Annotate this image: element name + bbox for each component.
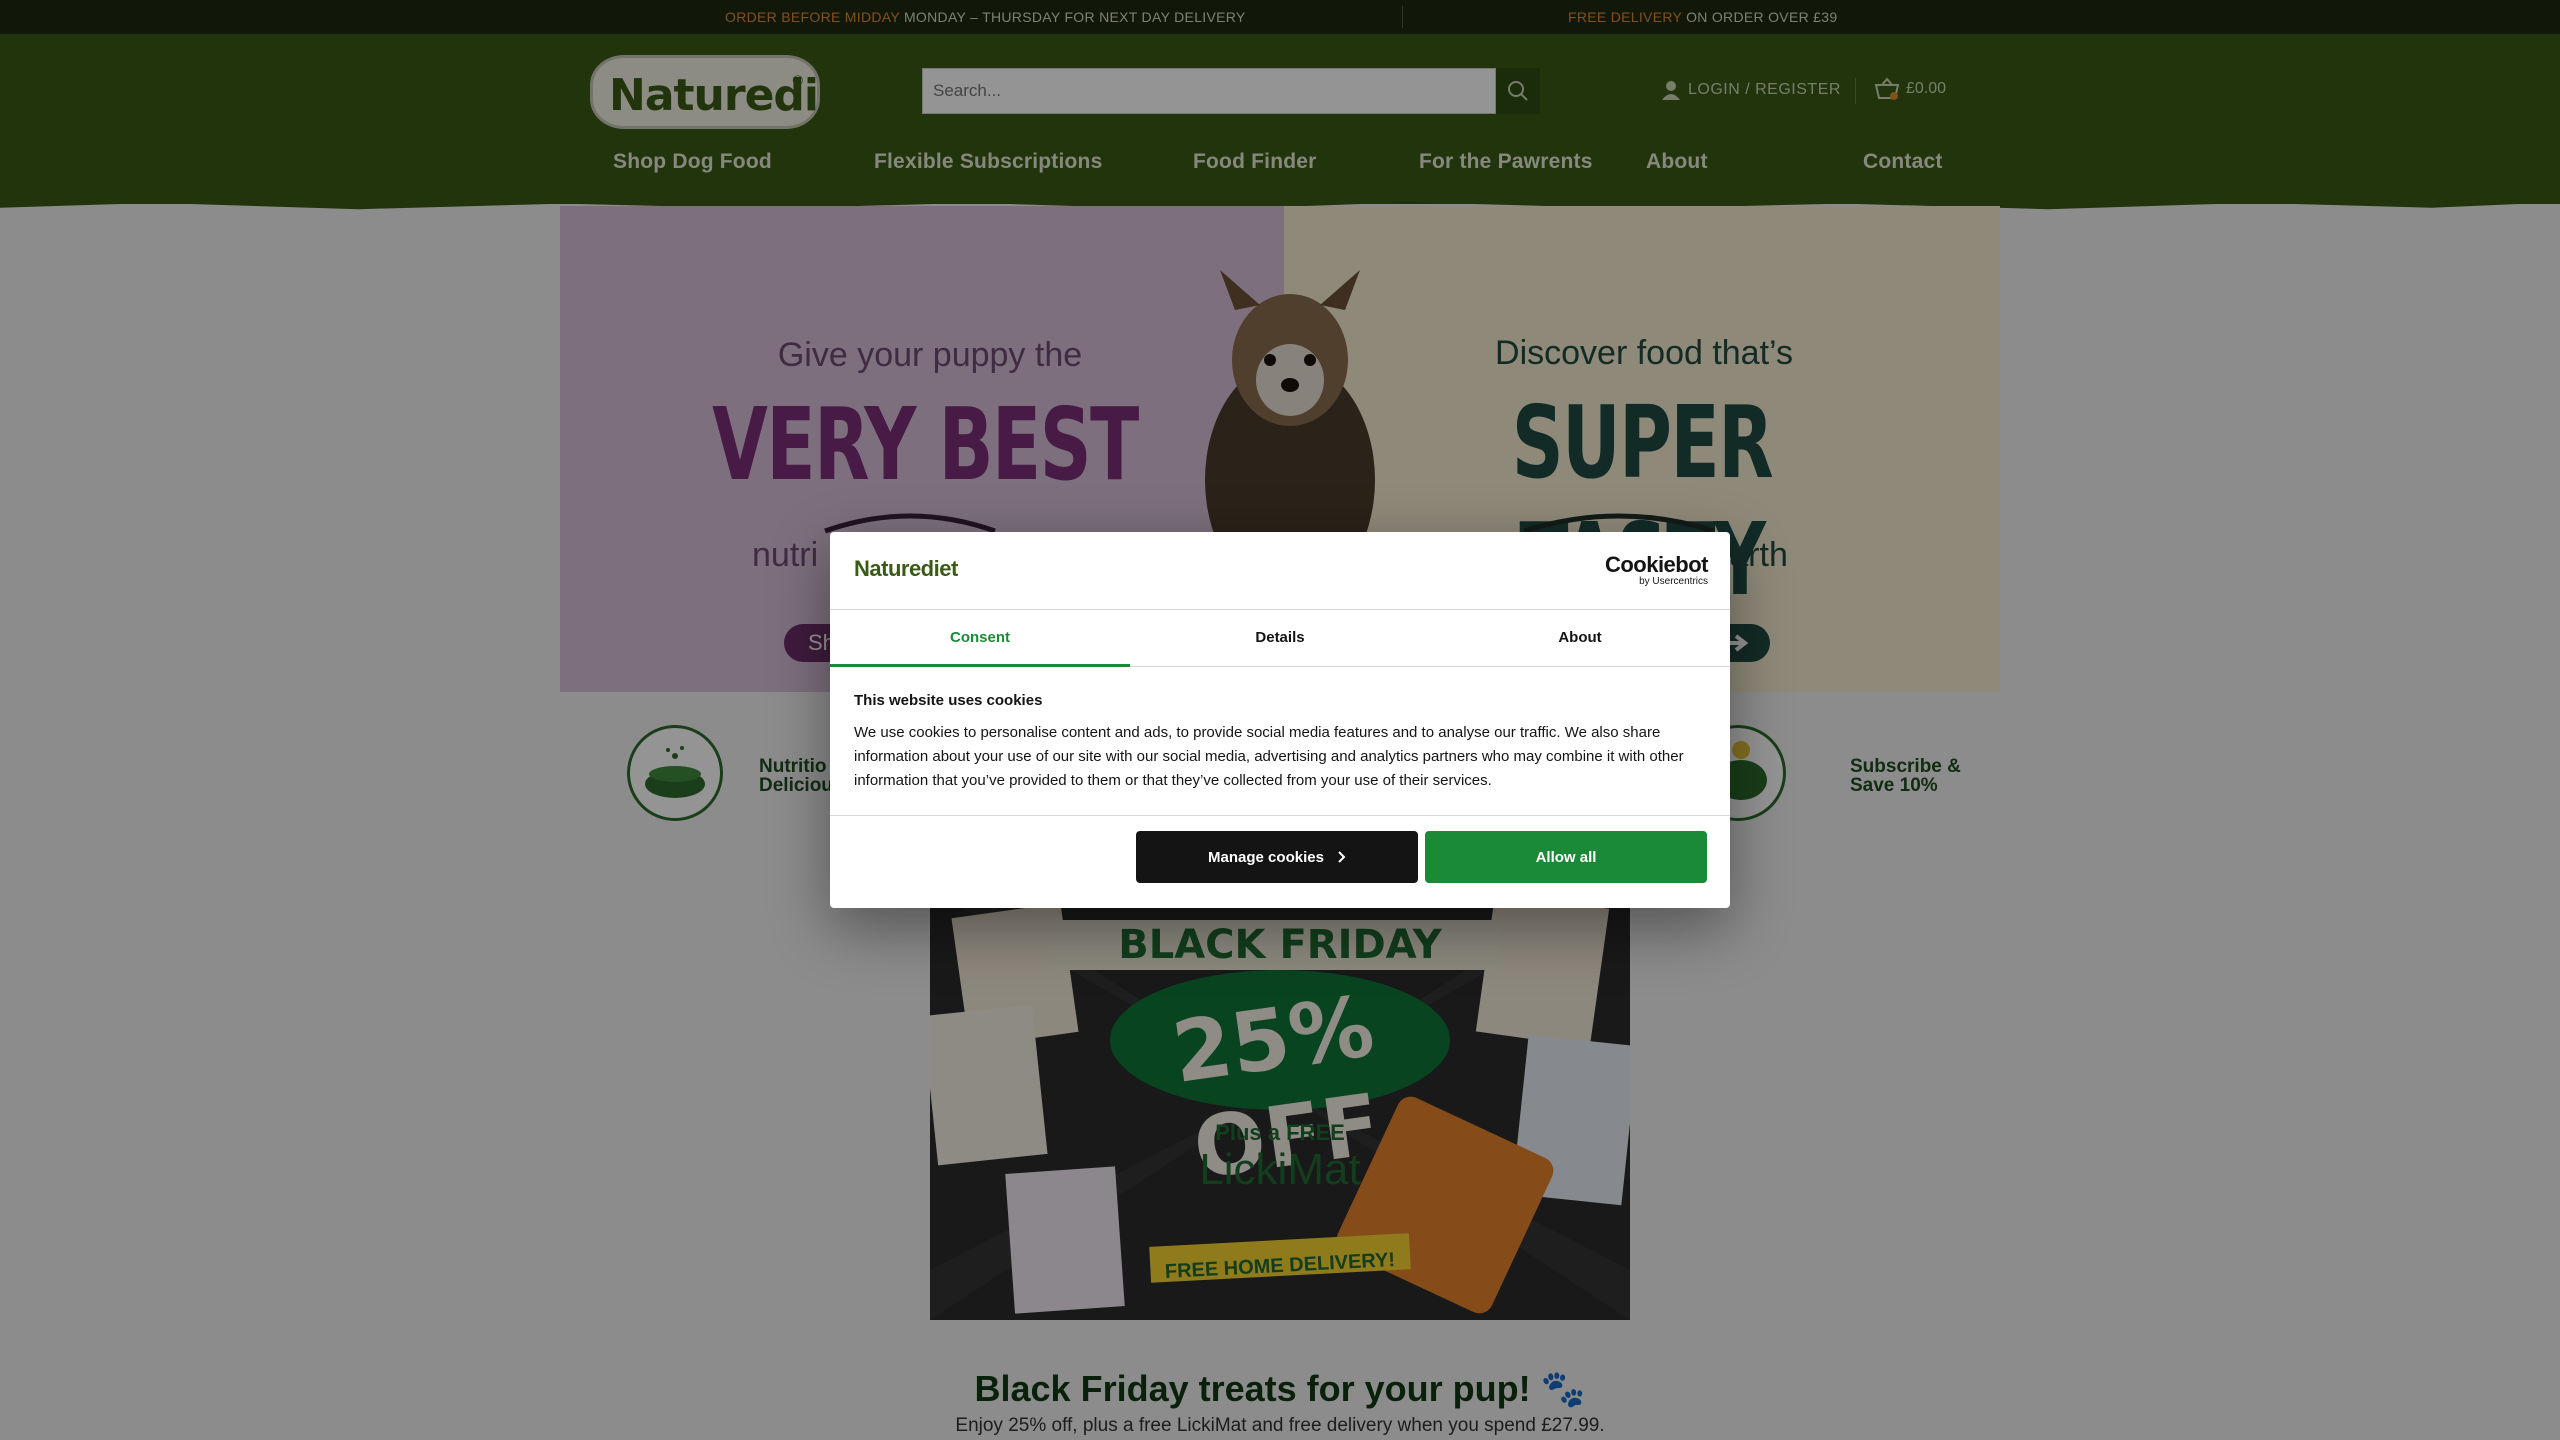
- manage-cookies-button[interactable]: Manage cookies: [1136, 831, 1418, 883]
- cookie-dialog-footer: Manage cookies Allow all: [830, 815, 1730, 908]
- cookie-dialog-text: We use cookies to personalise content an…: [854, 724, 1684, 789]
- tab-consent[interactable]: Consent: [830, 610, 1130, 667]
- chevron-right-icon: [1338, 851, 1346, 863]
- cookie-dialog-tabs: Consent Details About: [830, 609, 1730, 667]
- tab-details[interactable]: Details: [1130, 610, 1430, 666]
- cookie-dialog-body: This website uses cookies We use cookies…: [854, 692, 1706, 793]
- cookie-consent-dialog: Naturediet Cookiebot by Usercentrics Con…: [830, 532, 1730, 908]
- cookiebot-logo[interactable]: Cookiebot by Usercentrics: [1605, 552, 1709, 587]
- tab-about[interactable]: About: [1430, 610, 1730, 666]
- cookie-dialog-heading: This website uses cookies: [854, 692, 1043, 709]
- dialog-site-logo: Naturediet: [854, 556, 958, 581]
- allow-all-button[interactable]: Allow all: [1425, 831, 1707, 883]
